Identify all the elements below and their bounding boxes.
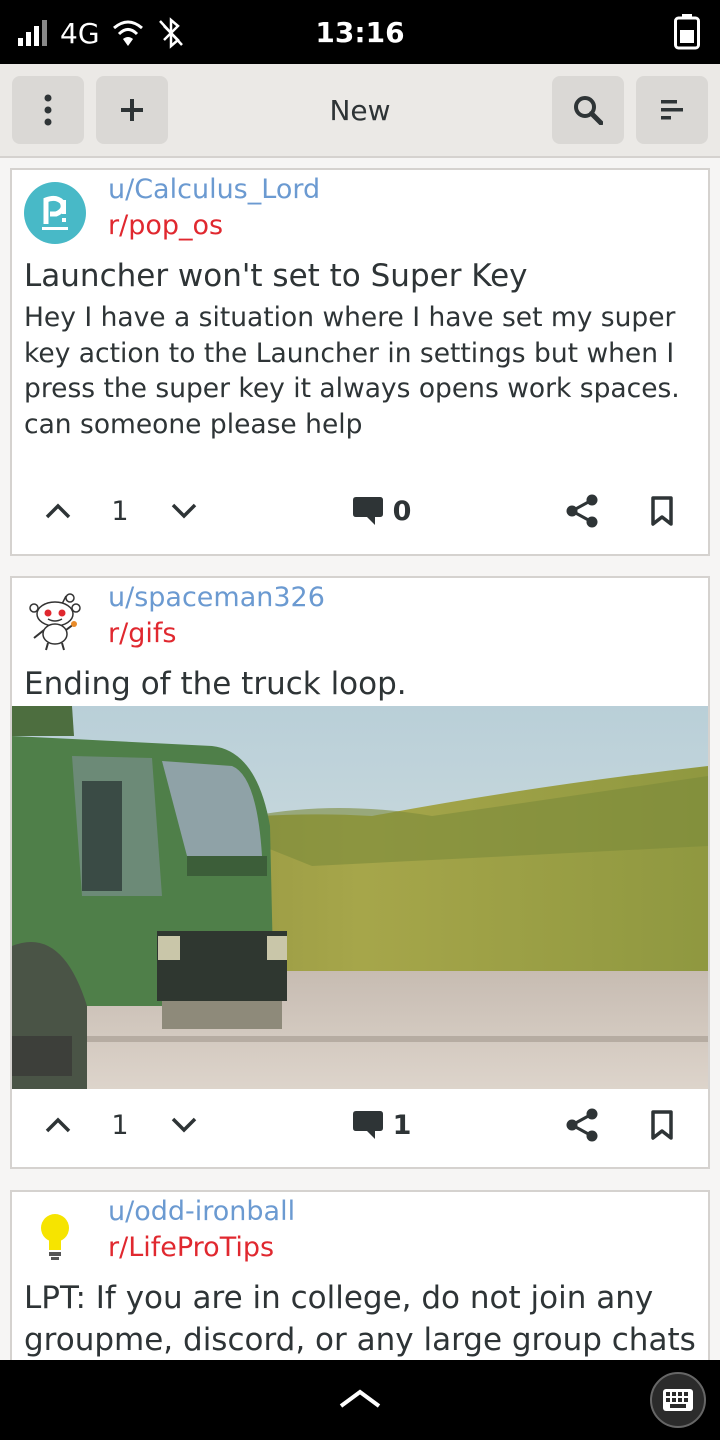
post-subreddit[interactable]: r/gifs (108, 618, 176, 649)
downvote-icon (171, 1117, 197, 1133)
lightbulb-avatar (41, 1214, 69, 1260)
share-button[interactable] (560, 1100, 604, 1150)
post-media-gif[interactable] (12, 706, 708, 1089)
post-feed[interactable]: u/Calculus_Lord r/pop_os Launcher won't … (0, 158, 720, 1360)
bookmark-icon (651, 1110, 673, 1140)
subreddit-avatar (24, 182, 86, 244)
bookmark-button[interactable] (644, 486, 680, 536)
share-icon (566, 1108, 598, 1142)
downvote-button[interactable] (166, 1100, 202, 1150)
post-title-line-1[interactable]: LPT: If you are in college, do not join … (24, 1280, 704, 1316)
snoo-avatar (29, 593, 81, 651)
upvote-button[interactable] (40, 486, 76, 536)
downvote-icon (171, 503, 197, 519)
post-subreddit[interactable]: r/LifeProTips (108, 1232, 274, 1263)
downvote-button[interactable] (166, 486, 202, 536)
post-subreddit[interactable]: r/pop_os (108, 210, 223, 241)
keyboard-toggle-button[interactable] (650, 1372, 706, 1428)
post-score: 1 (111, 495, 129, 527)
comment-count: 1 (392, 1109, 412, 1141)
share-button[interactable] (560, 486, 604, 536)
header-bar: New (0, 64, 720, 158)
post-title[interactable]: Ending of the truck loop. (24, 666, 704, 702)
share-icon (566, 494, 598, 528)
upvote-icon (45, 1117, 71, 1133)
post-author[interactable]: u/spaceman326 (108, 582, 325, 613)
keyboard-icon (663, 1389, 693, 1411)
post-body: Hey I have a situation where I have set … (24, 302, 680, 440)
upvote-icon (45, 503, 71, 519)
comments-button[interactable]: 0 (342, 486, 422, 536)
comment-icon (352, 1111, 383, 1139)
post-score: 1 (111, 1109, 129, 1141)
post-author[interactable]: u/Calculus_Lord (108, 174, 320, 205)
chevron-up-icon[interactable] (338, 1386, 382, 1410)
sort-button[interactable] (636, 76, 708, 144)
search-icon (574, 96, 603, 125)
post-title-line-2[interactable]: groupme, discord, or any large group cha… (24, 1322, 704, 1358)
sort-icon (661, 100, 683, 120)
search-button[interactable] (552, 76, 624, 144)
navigation-bar (0, 1360, 720, 1440)
post-author[interactable]: u/odd-ironball (108, 1196, 295, 1227)
comment-count: 0 (392, 495, 412, 527)
upvote-button[interactable] (40, 1100, 76, 1150)
post-card[interactable]: u/odd-ironball r/LifeProTips LPT: If you… (10, 1190, 710, 1360)
bookmark-button[interactable] (644, 1100, 680, 1150)
post-actions: 1 1 (12, 1100, 712, 1150)
clock: 13:16 (315, 16, 405, 49)
bookmark-icon (651, 496, 673, 526)
post-card[interactable]: u/Calculus_Lord r/pop_os Launcher won't … (10, 168, 710, 556)
status-bar: 4G 13:16 (0, 0, 720, 64)
post-title[interactable]: Launcher won't set to Super Key (24, 258, 704, 294)
comments-button[interactable]: 1 (342, 1100, 422, 1150)
battery-icon (674, 14, 700, 50)
post-actions: 1 0 (12, 486, 712, 536)
comment-icon (352, 497, 383, 525)
post-card[interactable]: u/spaceman326 r/gifs Ending of the truck… (10, 576, 710, 1169)
